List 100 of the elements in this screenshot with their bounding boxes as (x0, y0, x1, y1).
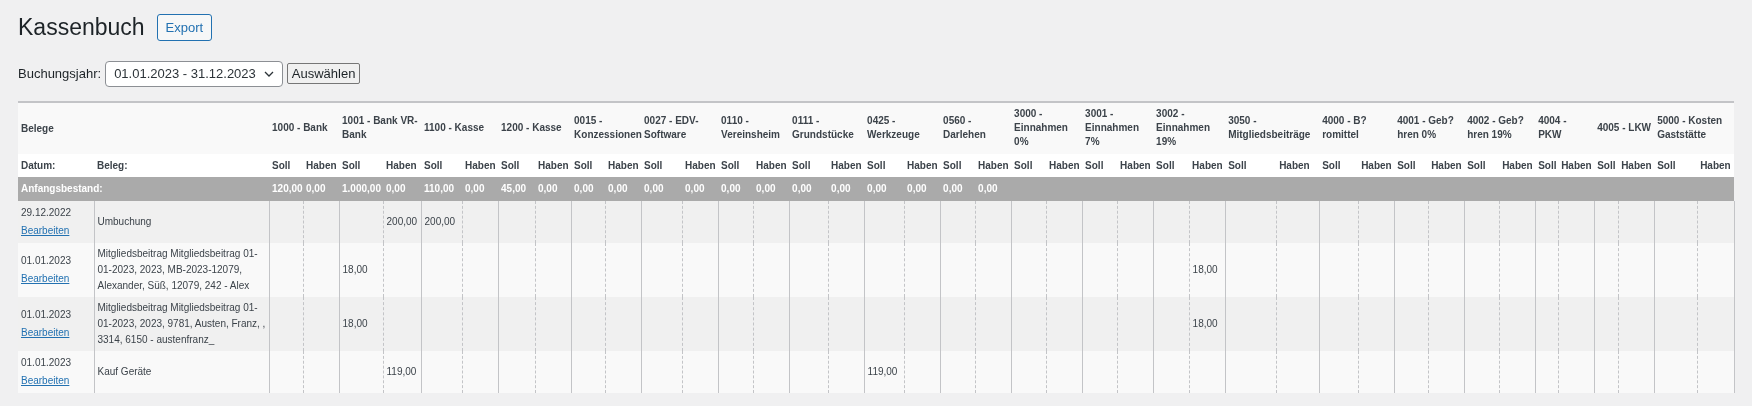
column-header: Haben (756, 159, 787, 171)
column-header: Soll (1014, 159, 1033, 171)
column-header: 4000 - B?romittel (1322, 115, 1367, 140)
edit-link[interactable]: Bearbeiten (21, 272, 70, 284)
chevron-down-icon (263, 70, 274, 77)
column-header: Soll (867, 159, 886, 171)
date-text: 01.01.2023 (21, 253, 73, 268)
column-header: Soll (1597, 159, 1616, 171)
export-button[interactable]: Export (156, 13, 213, 41)
column-header: Soll (342, 159, 361, 171)
column-header: 0425 - Werkzeuge (867, 115, 920, 140)
table-cell: 120,00 (272, 183, 303, 194)
column-header: Soll (1657, 159, 1676, 171)
table-cell: 0,00 (386, 183, 406, 194)
column-header: Haben (1700, 159, 1731, 171)
table-cell: 0,00 (978, 183, 998, 194)
column-header: Soll (424, 159, 443, 171)
column-header: 1000 - Bank (272, 122, 328, 133)
column-header: Haben (1561, 159, 1592, 171)
column-header: Soll (1322, 159, 1341, 171)
column-header: Haben (306, 159, 337, 171)
column-header: Belege (21, 122, 54, 134)
table-cell: 0,00 (608, 183, 628, 194)
column-header: Haben (1502, 159, 1533, 171)
column-header: Haben (831, 159, 862, 171)
row-label: Anfangsbestand: (21, 183, 103, 194)
date-text: 01.01.2023 (21, 355, 73, 370)
table-cell: 18,00 (1192, 264, 1218, 275)
column-header: 3000 - Einnahmen 0% (1014, 108, 1068, 147)
table-cell: 1.000,00 (342, 183, 381, 194)
table-cell: 0,00 (943, 183, 963, 194)
table-cell: 18,00 (342, 318, 368, 329)
column-header: Haben (978, 159, 1009, 171)
column-header: Soll (1397, 159, 1416, 171)
column-header: Soll (1228, 159, 1247, 171)
table-cell: 18,00 (342, 264, 368, 275)
table-cell: 18,00 (1192, 318, 1218, 329)
table-cell: 0,00 (465, 183, 485, 194)
column-header: Haben (1279, 159, 1310, 171)
table-cell: 45,00 (501, 183, 527, 194)
column-header: Soll (1085, 159, 1104, 171)
date-text: 01.01.2023 (21, 307, 73, 322)
column-header: Haben (1049, 159, 1080, 171)
column-header: 5000 - Kosten Gaststätte (1657, 115, 1723, 140)
column-header: Haben (1120, 159, 1151, 171)
column-header: 0111 - Grundstücke (792, 115, 854, 140)
column-header: 4001 - Geb?hren 0% (1397, 115, 1454, 140)
column-header: 0027 - EDV-Software (644, 115, 699, 140)
table-cell: 0,00 (867, 183, 887, 194)
table-cell: 0,00 (756, 183, 776, 194)
column-header: Haben (608, 159, 639, 171)
table-cell: 0,00 (831, 183, 851, 194)
edit-link[interactable]: Bearbeiten (21, 326, 70, 338)
date-text: 29.12.2022 (21, 205, 73, 220)
table-cell: 0,00 (721, 183, 741, 194)
column-header: Soll (1467, 159, 1486, 171)
column-header: Soll (272, 159, 291, 171)
column-header: Soll (943, 159, 962, 171)
table-cell: 0,00 (685, 183, 705, 194)
edit-link[interactable]: Bearbeiten (21, 374, 70, 386)
table-cell: 0,00 (538, 183, 558, 194)
page-title: Kassenbuch (18, 13, 145, 42)
column-header: Haben (907, 159, 938, 171)
column-header: Haben (538, 159, 569, 171)
column-header: 4004 - PKW (1538, 115, 1567, 140)
edit-link[interactable]: Bearbeiten (21, 224, 70, 236)
year-select[interactable]: 01.01.2023 - 31.12.2023 (105, 60, 283, 87)
table-cell: 110,00 (424, 183, 455, 194)
column-header: Soll (644, 159, 663, 171)
column-header: Soll (574, 159, 593, 171)
column-header: 0560 - Darlehen (943, 115, 986, 140)
table-cell: 0,00 (907, 183, 927, 194)
column-header: Haben (465, 159, 496, 171)
column-header: Haben (1431, 159, 1462, 171)
column-header: Soll (501, 159, 520, 171)
table-cell: 119,00 (867, 366, 898, 377)
column-header: 4002 - Geb?hren 19% (1467, 115, 1524, 140)
column-header: Soll (721, 159, 740, 171)
column-header: 0015 - Konzessionen (574, 115, 642, 140)
column-header: 0110 - Vereinsheim (721, 115, 780, 140)
column-header: Haben (685, 159, 716, 171)
select-button[interactable]: Auswählen (286, 63, 361, 84)
beleg-text: Umbuchung (97, 215, 152, 227)
column-header: Soll (1538, 159, 1557, 171)
table-cell: 0,00 (644, 183, 664, 194)
table-cell: 0,00 (306, 183, 326, 194)
column-header: Haben (1192, 159, 1223, 171)
filter-label: Buchungsjahr: (18, 64, 102, 83)
beleg-text: Mitgliedsbeitrag Mitgliedsbeitrag 01-01-2023, 2023, MB-2023-12079, Alexander, Süß, 12079, 242 - Alex (97, 247, 258, 291)
beleg-text: Kauf Geräte (97, 365, 152, 377)
column-header: Haben (1621, 159, 1652, 171)
beleg-text: Mitgliedsbeitrag Mitgliedsbeitrag 01-01-2023, 2023, 9781, Austen, Franz, , 3314, 6150 - austenfranz_ (97, 301, 266, 345)
column-header: 1100 - Kasse (424, 122, 485, 133)
column-header: 3002 - Einnahmen 19% (1156, 108, 1210, 147)
column-header: 3001 - Einnahmen 7% (1085, 108, 1139, 147)
column-header: 3050 - Mitgliedsbeiträge (1228, 115, 1311, 140)
column-header: 1200 - Kasse (501, 122, 562, 133)
column-header: Haben (386, 159, 417, 171)
table-cell: 200,00 (386, 216, 418, 227)
column-header: Soll (792, 159, 811, 171)
